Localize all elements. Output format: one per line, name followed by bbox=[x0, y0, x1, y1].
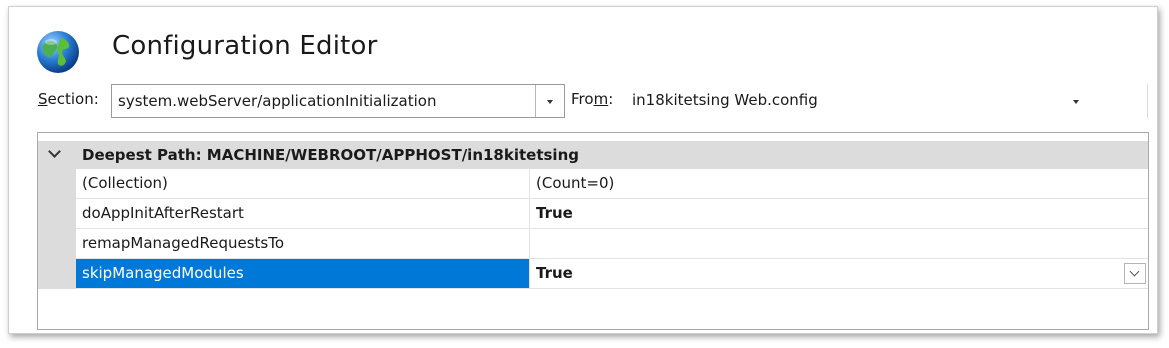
configuration-editor-panel: Configuration Editor Section: system.web… bbox=[8, 6, 1158, 334]
property-group-header[interactable]: Deepest Path: MACHINE/WEBROOT/APPHOST/in… bbox=[38, 141, 1148, 169]
section-dropdown[interactable]: system.webServer/applicationInitializati… bbox=[111, 84, 565, 118]
table-row[interactable]: remapManagedRequestsTo bbox=[76, 229, 1148, 259]
grid-left-margin bbox=[38, 169, 76, 289]
property-value[interactable]: True bbox=[530, 199, 1148, 228]
property-value-text: True bbox=[536, 264, 573, 282]
property-group-title: Deepest Path: MACHINE/WEBROOT/APPHOST/in… bbox=[82, 146, 579, 164]
from-label: From: bbox=[571, 90, 613, 108]
table-row[interactable]: (Collection) (Count=0) bbox=[76, 169, 1148, 199]
section-dropdown-value: system.webServer/applicationInitializati… bbox=[118, 92, 437, 110]
property-value[interactable]: True bbox=[530, 259, 1148, 288]
section-label-text: ection: bbox=[47, 90, 99, 108]
from-dropdown-value: in18kitetsing Web.config bbox=[632, 91, 818, 109]
from-label-colon: : bbox=[608, 90, 614, 108]
caret-down-icon bbox=[547, 100, 553, 104]
property-name[interactable]: (Collection) bbox=[76, 169, 530, 198]
chevron-down-icon[interactable] bbox=[48, 145, 61, 158]
property-value[interactable]: (Count=0) bbox=[530, 169, 1148, 198]
table-row[interactable]: doAppInitAfterRestart True bbox=[76, 199, 1148, 229]
chevron-down-icon bbox=[1129, 266, 1140, 277]
section-label: Section: bbox=[38, 90, 99, 108]
from-label-text: Fro bbox=[571, 90, 594, 108]
from-label-mnemonic: m bbox=[593, 90, 609, 108]
property-value[interactable] bbox=[530, 229, 1148, 258]
section-label-mnemonic: S bbox=[38, 90, 48, 108]
caret-down-icon[interactable] bbox=[1073, 100, 1079, 104]
table-row-selected[interactable]: skipManagedModules True bbox=[76, 259, 1148, 289]
section-dropdown-button[interactable] bbox=[535, 85, 564, 117]
page-title: Configuration Editor bbox=[112, 31, 378, 61]
property-grid: Deepest Path: MACHINE/WEBROOT/APPHOST/in… bbox=[37, 132, 1149, 330]
value-dropdown-button[interactable] bbox=[1124, 263, 1146, 284]
from-dropdown[interactable]: in18kitetsing Web.config bbox=[626, 84, 1148, 118]
property-name[interactable]: doAppInitAfterRestart bbox=[76, 199, 530, 228]
globe-icon bbox=[37, 31, 79, 73]
property-name[interactable]: skipManagedModules bbox=[76, 259, 530, 288]
property-name[interactable]: remapManagedRequestsTo bbox=[76, 229, 530, 258]
